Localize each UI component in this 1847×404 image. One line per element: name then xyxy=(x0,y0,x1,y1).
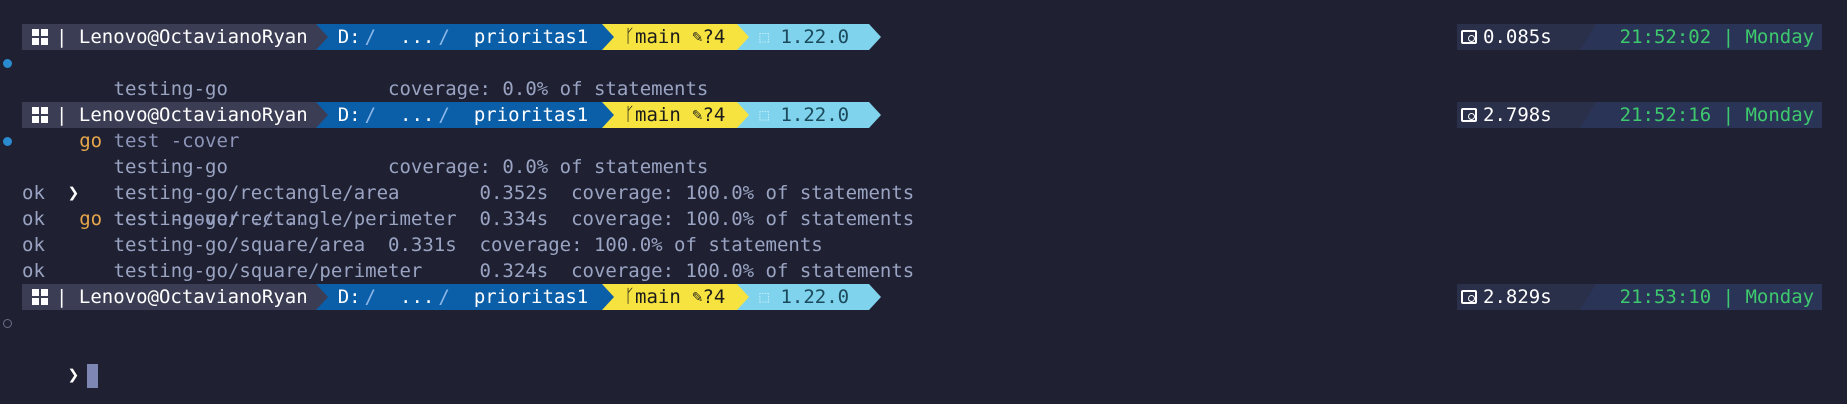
user-host: Lenovo@OctavianoRyan xyxy=(78,286,308,308)
duration-segment: 2.798s xyxy=(1457,102,1580,128)
path-ellipsis-segment: ... / xyxy=(390,284,464,310)
prompt-left-segments: | Lenovo@OctavianoRyan D: / ... / priori… xyxy=(22,284,882,310)
go-gopher-icon: ⬚ xyxy=(759,105,770,124)
path-ellipsis: ... xyxy=(400,26,435,48)
go-version-segment: ⬚ 1.22.0 xyxy=(737,284,882,310)
go-version: 1.22.0 xyxy=(780,286,850,308)
go-version: 1.22.0 xyxy=(780,104,850,126)
git-branch: main xyxy=(635,26,681,48)
folder-segment: prioritas1 xyxy=(463,24,615,50)
status-dot-icon xyxy=(3,59,12,68)
git-status: ?4 xyxy=(702,26,726,48)
duration: 2.798s xyxy=(1483,104,1552,126)
prompt-line: | Lenovo@OctavianoRyan D: / ... / priori… xyxy=(0,284,1847,310)
path-slash-icon: / xyxy=(438,286,450,308)
git-segment: ᚴ main ✎ ?4 xyxy=(602,102,750,128)
path-drive: D: xyxy=(337,104,361,126)
prompt-left-segments: | Lenovo@OctavianoRyan D: / ... / priori… xyxy=(22,102,882,128)
windows-icon xyxy=(32,289,48,305)
git-segment: ᚴ main ✎ ?4 xyxy=(602,24,750,50)
duration: 0.085s xyxy=(1483,26,1552,48)
go-version-segment: ⬚ 1.22.0 xyxy=(737,102,882,128)
user-segment: | Lenovo@OctavianoRyan xyxy=(22,24,328,50)
go-version-segment: ⬚ 1.22.0 xyxy=(737,24,882,50)
path-folder: prioritas1 xyxy=(473,286,589,308)
prompt-right-segments: 0.085s 21:52:02 | Monday xyxy=(1457,24,1823,50)
command-line: ❯ go test -cover xyxy=(0,50,1847,152)
path-ellipsis: ... xyxy=(400,286,435,308)
separator: | xyxy=(56,26,68,48)
git-branch: main xyxy=(635,286,681,308)
path-slash-icon: / xyxy=(364,26,377,48)
go-gopher-icon: ⬚ xyxy=(759,287,770,306)
separator: | xyxy=(56,286,68,308)
git-status: ?4 xyxy=(702,286,726,308)
path-slash-icon: / xyxy=(438,26,450,48)
duration-segment: 2.829s xyxy=(1457,284,1580,310)
prompt-line: | Lenovo@OctavianoRyan D: / ... / priori… xyxy=(0,24,1847,50)
command-line: ❯ go test -cover ./... xyxy=(0,128,1847,230)
user-segment: | Lenovo@OctavianoRyan xyxy=(22,102,328,128)
path-ellipsis-segment: ... / xyxy=(390,24,464,50)
pencil-icon: ✎ xyxy=(692,27,703,47)
output-line: ok testing-go/square/perimeter 0.324s co… xyxy=(22,260,915,282)
git-branch-icon: ᚴ xyxy=(624,26,636,47)
path-slash-icon: / xyxy=(438,104,450,126)
stopwatch-icon xyxy=(1461,30,1477,44)
path-drive: D: xyxy=(337,26,361,48)
output-line: ok testing-go/square/area 0.331s coverag… xyxy=(22,234,823,256)
pencil-icon: ✎ xyxy=(692,105,703,125)
duration-segment: 0.085s xyxy=(1457,24,1580,50)
status-dot-icon xyxy=(3,137,12,146)
text-cursor[interactable] xyxy=(87,363,99,388)
stopwatch-icon xyxy=(1461,290,1477,304)
status-dot-icon xyxy=(3,319,12,328)
output-line: testing-go coverage: 0.0% of statements xyxy=(22,78,709,100)
path-ellipsis: ... xyxy=(400,104,435,126)
separator: | xyxy=(56,104,68,126)
prompt-left-segments: | Lenovo@OctavianoRyan D: / ... / priori… xyxy=(22,24,882,50)
clock-segment: 21:52:02 | Monday xyxy=(1595,24,1823,50)
folder-segment: prioritas1 xyxy=(463,284,615,310)
active-command-line[interactable]: ❯ xyxy=(0,310,1847,388)
path-folder: prioritas1 xyxy=(473,26,589,48)
clock-segment: 21:53:10 | Monday xyxy=(1595,284,1823,310)
user-segment: | Lenovo@OctavianoRyan xyxy=(22,284,328,310)
windows-icon xyxy=(32,29,48,45)
folder-segment: prioritas1 xyxy=(463,102,615,128)
git-branch-icon: ᚴ xyxy=(624,104,636,125)
user-host: Lenovo@OctavianoRyan xyxy=(78,104,308,126)
clock: 21:52:16 | Monday xyxy=(1619,104,1815,126)
path-slash-icon: / xyxy=(364,286,377,308)
chevron-prompt-icon: ❯ xyxy=(67,364,80,386)
prompt-right-segments: 2.798s 21:52:16 | Monday xyxy=(1457,102,1823,128)
clock-segment: 21:52:16 | Monday xyxy=(1595,102,1823,128)
git-branch: main xyxy=(635,104,681,126)
go-version: 1.22.0 xyxy=(780,26,850,48)
prompt-right-segments: 2.829s 21:53:10 | Monday xyxy=(1457,284,1823,310)
git-segment: ᚴ main ✎ ?4 xyxy=(602,284,750,310)
output-line: testing-go coverage: 0.0% of statements xyxy=(22,156,709,178)
git-branch-icon: ᚴ xyxy=(624,286,636,307)
git-status: ?4 xyxy=(702,104,726,126)
clock: 21:52:02 | Monday xyxy=(1619,26,1815,48)
output-line: ok testing-go/rectangle/area 0.352s cove… xyxy=(22,182,915,204)
prompt-line: | Lenovo@OctavianoRyan D: / ... / priori… xyxy=(0,102,1847,128)
stopwatch-icon xyxy=(1461,108,1477,122)
pencil-icon: ✎ xyxy=(692,287,703,307)
clock: 21:53:10 | Monday xyxy=(1619,286,1815,308)
path-ellipsis-segment: ... / xyxy=(390,102,464,128)
windows-icon xyxy=(32,107,48,123)
output-line: ok testing-go/rectangle/perimeter 0.334s… xyxy=(22,208,915,230)
path-drive: D: xyxy=(337,286,361,308)
terminal-window[interactable]: | Lenovo@OctavianoRyan D: / ... / priori… xyxy=(0,0,1847,404)
user-host: Lenovo@OctavianoRyan xyxy=(78,26,308,48)
go-gopher-icon: ⬚ xyxy=(759,27,770,46)
path-folder: prioritas1 xyxy=(473,104,589,126)
path-slash-icon: / xyxy=(364,104,377,126)
duration: 2.829s xyxy=(1483,286,1552,308)
